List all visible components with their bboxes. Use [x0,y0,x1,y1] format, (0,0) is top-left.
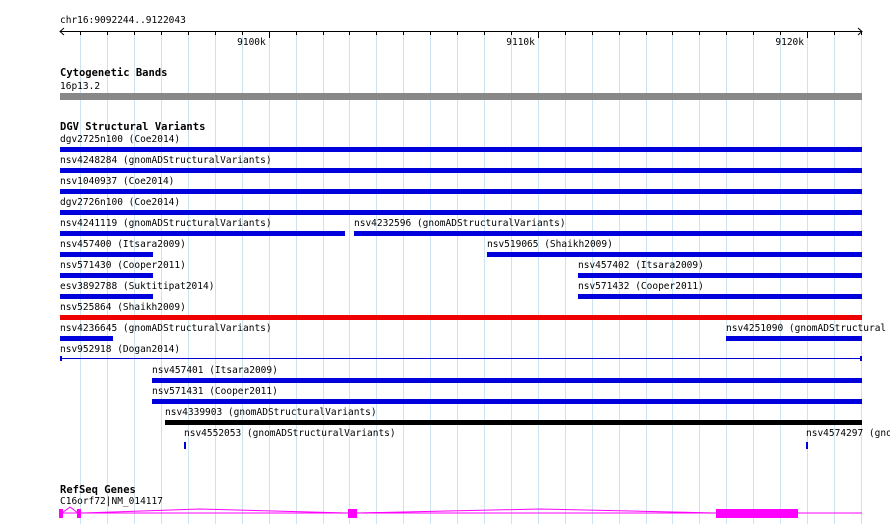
grid-line [376,35,377,524]
variant-label: nsv4552053 (gnomADStructuralVariants) [184,428,396,439]
variant-bar[interactable] [184,442,186,449]
gene-exon [716,509,798,518]
variant-label: nsv4236645 (gnomADStructuralVariants) [60,323,272,334]
grid-line [780,35,781,524]
variant-bar[interactable] [60,358,862,359]
variant-label: nsv952918 (Dogan2014) [60,344,181,355]
ruler-tick-label: 9110k [506,37,535,48]
gene-splice-arc [61,506,79,514]
dgv-track-title: DGV Structural Variants [60,121,206,133]
ruler[interactable]: 9100k 9110k 9120k [0,22,890,62]
grid-line [861,35,862,524]
grid-line [323,35,324,524]
variant-label: nsv519065 (Shaikh2009) [487,239,613,250]
grid-line [161,35,162,524]
variant-bar[interactable] [60,273,153,278]
grid-line [403,35,404,524]
variant-label: dgv2726n100 (Coe2014) [60,197,181,208]
variant-label: nsv571430 (Cooper2011) [60,260,186,271]
cytoband-track-title: Cytogenetic Bands [60,67,168,79]
variant-bar[interactable] [60,147,862,152]
variant-bar[interactable] [60,168,862,173]
variant-bar[interactable] [60,231,345,236]
variant-label: nsv571432 (Cooper2011) [578,281,704,292]
grid-line [753,35,754,524]
gene-exon [348,509,357,518]
variant-label: esv3892788 (Suktitipat2014) [60,281,215,292]
variant-bar[interactable] [60,189,862,194]
grid-line [296,35,297,524]
variant-bar[interactable] [60,315,862,320]
variant-bar[interactable] [578,273,862,278]
grid-line [538,35,539,524]
genome-browser-view: chr16:9092244..9122043 9100k 9110k 9120k C… [0,0,890,524]
variant-label: nsv457401 (Itsara2009) [152,365,278,376]
grid-line [646,35,647,524]
variant-label: nsv4241119 (gnomADStructuralVariants) [60,218,272,229]
grid-line [807,35,808,524]
grid-line [699,35,700,524]
grid-line [269,35,270,524]
grid-line [672,35,673,524]
grid-line [349,35,350,524]
grid-line [511,35,512,524]
cytoband-label: 16p13.2 [60,81,101,92]
ruler-tick-label: 9120k [775,37,804,48]
cytoband-bar[interactable] [60,93,862,100]
variant-label: nsv1040937 (Coe2014) [60,176,175,187]
gene-splice-arc [355,508,717,514]
grid-line [188,35,189,524]
variant-bar[interactable] [60,336,113,341]
variant-bar[interactable] [165,420,862,425]
ruler-tick-label: 9100k [237,37,266,48]
gene-splice-arc [81,508,349,514]
variant-bar[interactable] [152,399,862,404]
variant-bar[interactable] [726,336,862,341]
grid-line [242,35,243,524]
grid-line [565,35,566,524]
variant-label: nsv525864 (Shaikh2009) [60,302,186,313]
gene-exon [77,509,81,518]
grid-line [726,35,727,524]
variant-label: nsv4248284 (gnomADStructuralVariants) [60,155,272,166]
grid-line [215,35,216,524]
variant-bar[interactable] [354,231,862,236]
grid-line [484,35,485,524]
variant-bar[interactable] [578,294,862,299]
variant-bar[interactable] [152,378,862,383]
variant-bar[interactable] [487,252,862,257]
gene-model[interactable] [0,505,890,525]
variant-bar[interactable] [60,252,153,257]
grid-line [834,35,835,524]
variant-label: nsv4339903 (gnomADStructuralVariants) [165,407,377,418]
gene-exon [59,509,63,518]
grid-line [430,35,431,524]
variant-label: nsv4251090 (gnomADStructural [726,323,887,334]
grid-line [619,35,620,524]
variant-label: nsv571431 (Cooper2011) [152,386,278,397]
grid-line [107,35,108,524]
grid-line [134,35,135,524]
variant-bar[interactable] [60,210,862,215]
variant-label: nsv4232596 (gnomADStructuralVariants) [354,218,566,229]
grid-line [457,35,458,524]
refseq-track-title: RefSeq Genes [60,484,136,496]
variant-bar[interactable] [806,442,808,449]
grid-line [80,35,81,524]
grid-line [592,35,593,524]
variant-bar[interactable] [60,294,153,299]
variant-label: nsv457400 (Itsara2009) [60,239,186,250]
gene-c16orf72[interactable] [59,506,862,518]
variant-label: nsv457402 (Itsara2009) [578,260,704,271]
variant-label: dgv2725n100 (Coe2014) [60,134,181,145]
variant-label: nsv4574297 (gnom [806,428,890,439]
